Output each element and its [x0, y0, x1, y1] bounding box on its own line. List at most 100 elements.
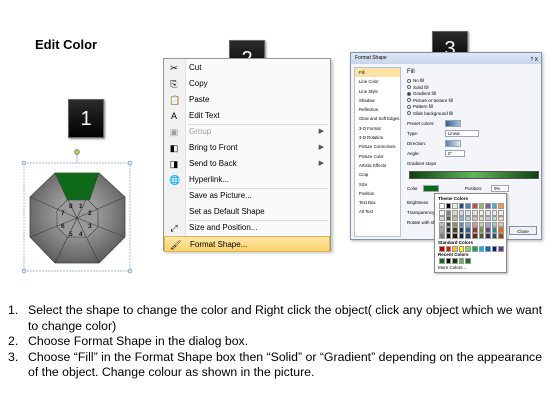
- direction-dropdown[interactable]: [445, 140, 461, 147]
- theme-shade-swatch[interactable]: [465, 221, 471, 228]
- theme-shade-swatch[interactable]: [485, 227, 491, 233]
- menu-item-hyperlink[interactable]: 🌐 Hyperlink...: [164, 172, 330, 188]
- theme-shade-swatch[interactable]: [452, 215, 458, 222]
- theme-shade-swatch[interactable]: [465, 233, 471, 239]
- theme-color-swatch[interactable]: [491, 203, 498, 209]
- category-3-d-rotation[interactable]: 3-D Rotation: [355, 133, 400, 142]
- theme-shade-swatch[interactable]: [458, 215, 465, 222]
- theme-color-swatch[interactable]: [452, 203, 458, 209]
- menu-item-paste[interactable]: 📋 Paste: [164, 92, 330, 108]
- category-picture-color[interactable]: Picture Color: [355, 152, 400, 161]
- menu-item-cut[interactable]: ✂ Cut: [164, 60, 330, 76]
- theme-shade-swatch[interactable]: [472, 221, 478, 228]
- category-size[interactable]: Size: [355, 180, 400, 189]
- theme-shade-swatch[interactable]: [452, 210, 458, 216]
- theme-shade-swatch[interactable]: [452, 227, 458, 233]
- theme-shade-swatch[interactable]: [485, 210, 491, 216]
- fill-option-slide-background-fill[interactable]: Slide background fill: [407, 111, 453, 117]
- theme-shade-swatch[interactable]: [485, 221, 491, 228]
- category-fill[interactable]: Fill: [355, 68, 400, 78]
- octagon-shape[interactable]: 1 2 3 4 5 6 7 8: [20, 145, 135, 275]
- fill-option-no-fill[interactable]: No fill: [407, 78, 424, 84]
- category-shadow[interactable]: Shadow: [355, 96, 400, 105]
- theme-shade-swatch[interactable]: [472, 233, 478, 239]
- recent-color-swatch[interactable]: [445, 258, 452, 264]
- standard-color-swatch[interactable]: [491, 246, 498, 252]
- standard-color-swatch[interactable]: [458, 246, 465, 252]
- menu-item-copy[interactable]: ⎘ Copy: [164, 76, 330, 92]
- theme-color-swatch[interactable]: [478, 203, 485, 209]
- theme-shade-swatch[interactable]: [485, 233, 491, 239]
- theme-shade-swatch[interactable]: [498, 233, 504, 239]
- theme-shade-swatch[interactable]: [458, 227, 465, 233]
- recent-color-swatch[interactable]: [465, 258, 471, 264]
- menu-item-edit-text[interactable]: A Edit Text: [164, 108, 330, 124]
- theme-color-swatch[interactable]: [472, 203, 478, 209]
- theme-shade-swatch[interactable]: [452, 221, 458, 228]
- menu-item-group[interactable]: ▣ Group ▶: [164, 124, 330, 140]
- rotation-handle[interactable]: [74, 149, 80, 155]
- theme-color-swatch[interactable]: [439, 203, 445, 209]
- category-artistic-effects[interactable]: Artistic Effects: [355, 161, 400, 170]
- theme-shade-swatch[interactable]: [478, 210, 485, 216]
- theme-shade-swatch[interactable]: [491, 215, 498, 222]
- theme-shade-swatch[interactable]: [458, 221, 465, 228]
- category-reflection[interactable]: Reflection: [355, 105, 400, 114]
- category-position[interactable]: Position: [355, 189, 400, 198]
- theme-shade-swatch[interactable]: [498, 210, 504, 216]
- theme-shade-swatch[interactable]: [445, 227, 452, 233]
- angle-input[interactable]: 0°: [445, 150, 465, 157]
- stop-color-button[interactable]: [423, 185, 439, 192]
- theme-shade-swatch[interactable]: [485, 215, 491, 222]
- standard-color-swatch[interactable]: [498, 246, 504, 252]
- theme-shade-swatch[interactable]: [439, 215, 445, 222]
- theme-shade-swatch[interactable]: [498, 221, 504, 228]
- resize-handle-bl[interactable]: [21, 268, 27, 274]
- recent-color-swatch[interactable]: [458, 258, 465, 264]
- theme-shade-swatch[interactable]: [452, 233, 458, 239]
- theme-shade-swatch[interactable]: [491, 221, 498, 228]
- theme-shade-swatch[interactable]: [458, 233, 465, 239]
- theme-color-swatch[interactable]: [445, 203, 452, 209]
- menu-item-set-as-default-shape[interactable]: Set as Default Shape: [164, 204, 330, 220]
- more-colors-link[interactable]: More Colors...: [438, 265, 466, 270]
- standard-color-swatch[interactable]: [472, 246, 478, 252]
- fill-option-solid-fill[interactable]: Solid fill: [407, 85, 429, 91]
- menu-item-bring-to-front[interactable]: ◧ Bring to Front ▶: [164, 140, 330, 156]
- theme-shade-swatch[interactable]: [498, 215, 504, 222]
- fill-option-gradient-fill[interactable]: Gradient fill: [407, 91, 436, 97]
- standard-color-swatch[interactable]: [478, 246, 485, 252]
- fill-option-pattern-fill[interactable]: Pattern fill: [407, 104, 433, 110]
- standard-color-swatch[interactable]: [465, 246, 471, 252]
- theme-shade-swatch[interactable]: [458, 210, 465, 216]
- recent-color-swatch[interactable]: [452, 258, 458, 264]
- theme-shade-swatch[interactable]: [472, 215, 478, 222]
- category-crop[interactable]: Crop: [355, 170, 400, 179]
- fill-option-picture-or-texture-fill[interactable]: Picture or texture fill: [407, 98, 453, 104]
- theme-shade-swatch[interactable]: [478, 215, 485, 222]
- preset-colors-dropdown[interactable]: [445, 120, 461, 127]
- category-picture-corrections[interactable]: Picture Corrections: [355, 142, 400, 151]
- theme-color-swatch[interactable]: [498, 203, 504, 209]
- theme-color-swatch[interactable]: [465, 203, 471, 209]
- theme-shade-swatch[interactable]: [472, 210, 478, 216]
- menu-item-size-and-position[interactable]: ⤢ Size and Position...: [164, 220, 330, 236]
- theme-shade-swatch[interactable]: [478, 233, 485, 239]
- theme-shade-swatch[interactable]: [439, 233, 445, 239]
- standard-color-swatch[interactable]: [445, 246, 452, 252]
- theme-shade-swatch[interactable]: [478, 221, 485, 228]
- standard-color-swatch[interactable]: [485, 246, 491, 252]
- dialog-window-controls[interactable]: ? X: [530, 55, 538, 66]
- theme-shade-swatch[interactable]: [445, 233, 452, 239]
- category-line-style[interactable]: Line Style: [355, 87, 400, 96]
- theme-shade-swatch[interactable]: [439, 221, 445, 228]
- theme-color-swatch[interactable]: [485, 203, 491, 209]
- menu-item-send-to-back[interactable]: ◨ Send to Back ▶: [164, 156, 330, 172]
- category-line-color[interactable]: Line Color: [355, 77, 400, 86]
- theme-shade-swatch[interactable]: [439, 210, 445, 216]
- category-text-box[interactable]: Text Box: [355, 198, 400, 207]
- category-glow-and-soft-edges[interactable]: Glow and Soft Edges: [355, 114, 400, 123]
- gradient-stops-bar[interactable]: [409, 171, 539, 179]
- type-dropdown[interactable]: Linear: [445, 130, 479, 137]
- theme-shade-swatch[interactable]: [465, 215, 471, 222]
